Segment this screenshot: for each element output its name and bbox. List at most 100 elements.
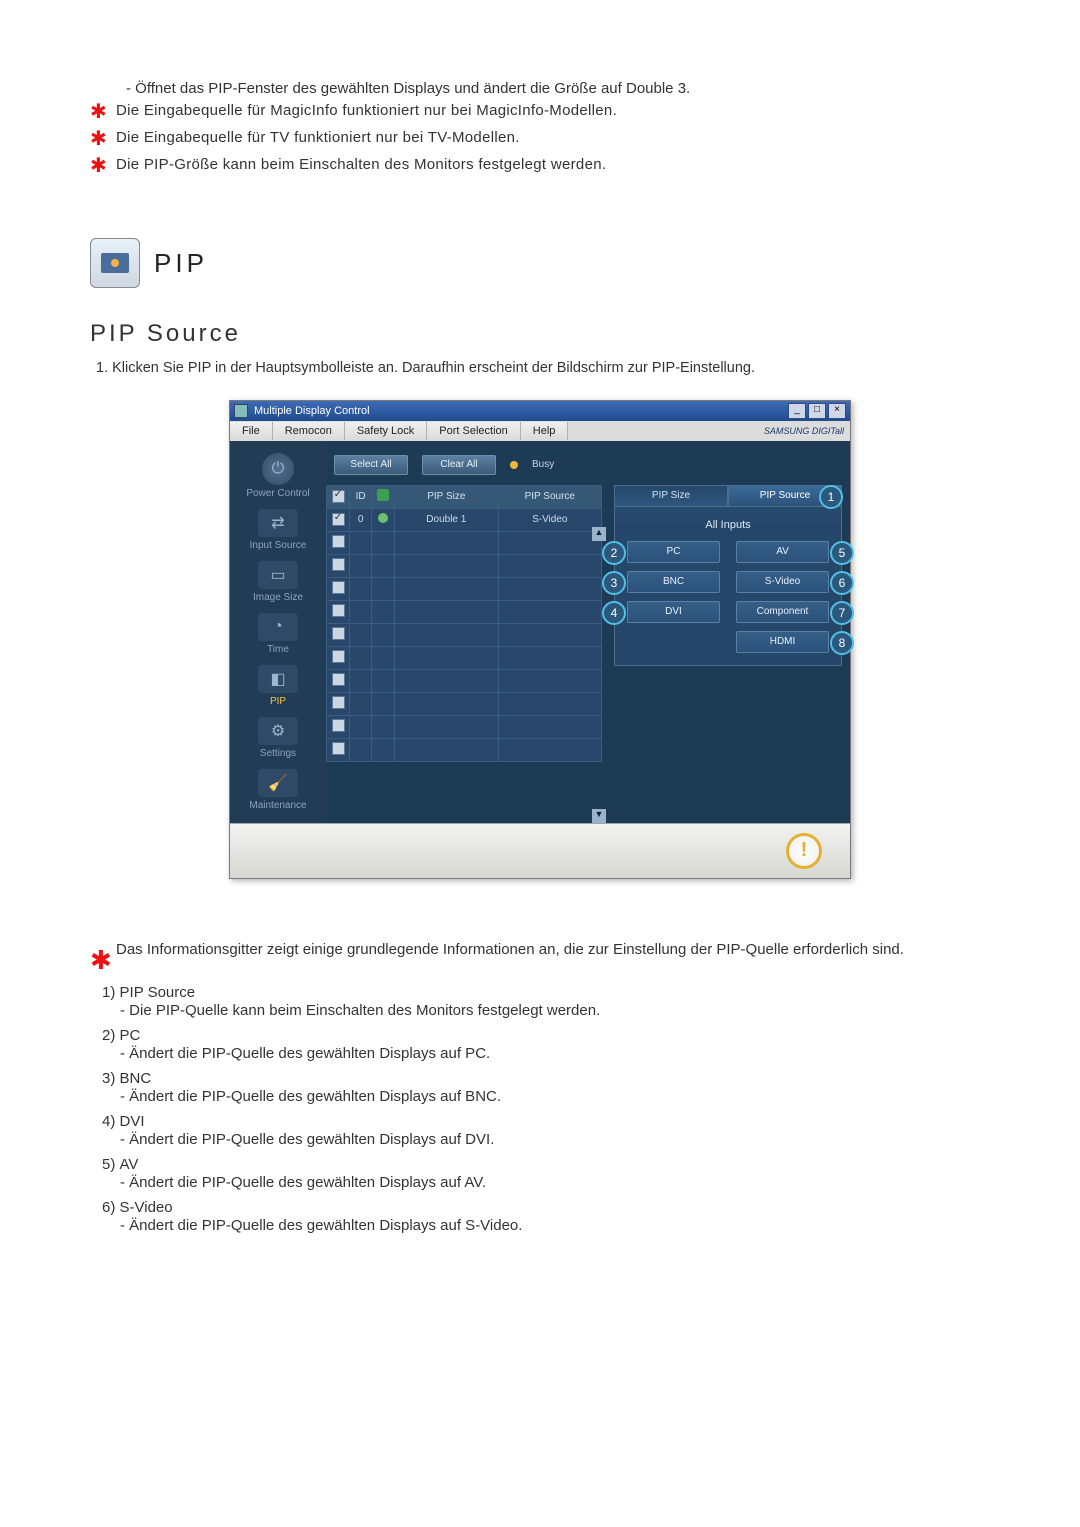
- busy-indicator-icon: [510, 461, 518, 469]
- legend-title: S-Video: [120, 1199, 173, 1216]
- section-title: PIP: [154, 248, 208, 279]
- source-dvi-button[interactable]: 4 DVI: [627, 601, 720, 623]
- intro-note-2-text: Die Eingabequelle für TV funktioniert nu…: [116, 127, 520, 150]
- legend-n: 1): [102, 984, 115, 1001]
- col-pip-source: PIP Source: [498, 485, 601, 508]
- scroll-up-button[interactable]: ▲: [592, 527, 606, 541]
- scroll-down-button[interactable]: ▼: [592, 809, 606, 823]
- row-checkbox[interactable]: [332, 581, 345, 594]
- row-checkbox[interactable]: [332, 696, 345, 709]
- row-checkbox[interactable]: [332, 627, 345, 640]
- source-hdmi-button[interactable]: HDMI 8: [736, 631, 829, 653]
- btn-label: DVI: [665, 606, 682, 617]
- legend-desc: - Die PIP-Quelle kann beim Einschalten d…: [120, 1002, 990, 1019]
- tab-pip-source[interactable]: PIP Source 1: [728, 485, 842, 507]
- legend-desc: - Ändert die PIP-Quelle des gewählten Di…: [120, 1174, 990, 1191]
- status-led-icon: [378, 513, 388, 523]
- intro-note-3: ✱ Die PIP-Größe kann beim Einschalten de…: [90, 154, 990, 178]
- table-row[interactable]: [327, 646, 602, 669]
- row-id: 0: [350, 508, 372, 531]
- table-row[interactable]: 0 Double 1 S-Video: [327, 508, 602, 531]
- callout-4: 4: [602, 601, 626, 625]
- tab-pip-size[interactable]: PIP Size: [614, 485, 728, 507]
- legend-title: BNC: [120, 1070, 152, 1087]
- menu-safety-lock[interactable]: Safety Lock: [345, 422, 427, 440]
- source-bnc-button[interactable]: 3 BNC: [627, 571, 720, 593]
- power-icon: ⏻: [262, 453, 294, 485]
- sidebar-label: Input Source: [238, 540, 318, 551]
- sidebar-item-maintenance[interactable]: 🧹 Maintenance: [238, 769, 318, 811]
- row-checkbox[interactable]: [332, 558, 345, 571]
- col-id: ID: [350, 485, 372, 508]
- select-all-button[interactable]: Select All: [334, 455, 408, 475]
- minimize-button[interactable]: _: [788, 403, 806, 419]
- row-checkbox[interactable]: [332, 604, 345, 617]
- settings-icon: ⚙: [258, 717, 298, 745]
- callout-1: 1: [819, 485, 843, 509]
- brand-label: SAMSUNG DIGITall: [764, 426, 844, 436]
- clear-all-button[interactable]: Clear All: [422, 455, 496, 475]
- row-checkbox[interactable]: [332, 650, 345, 663]
- row-checkbox[interactable]: [332, 719, 345, 732]
- legend-title: AV: [120, 1156, 139, 1173]
- star-icon: ✱: [90, 154, 110, 178]
- btn-label: BNC: [663, 576, 684, 587]
- legend-title: PC: [120, 1027, 141, 1044]
- intro-note-3-text: Die PIP-Größe kann beim Einschalten des …: [116, 154, 606, 177]
- image-size-icon: ▭: [258, 561, 298, 589]
- maintenance-icon: 🧹: [258, 769, 298, 797]
- sidebar-item-power[interactable]: ⏻ Power Control: [238, 453, 318, 499]
- table-row[interactable]: [327, 715, 602, 738]
- table-row[interactable]: [327, 738, 602, 761]
- sidebar-item-time[interactable]: ◔ Time: [238, 613, 318, 655]
- maximize-button[interactable]: □: [808, 403, 826, 419]
- col-checkbox[interactable]: [327, 485, 350, 508]
- menu-port-selection[interactable]: Port Selection: [427, 422, 520, 440]
- star-icon: ✱: [90, 100, 110, 124]
- menubar: File Remocon Safety Lock Port Selection …: [230, 421, 850, 441]
- source-pc-button[interactable]: 2 PC: [627, 541, 720, 563]
- sidebar-item-image-size[interactable]: ▭ Image Size: [238, 561, 318, 603]
- table-row[interactable]: [327, 577, 602, 600]
- table-row[interactable]: [327, 600, 602, 623]
- tab-label: PIP Source: [760, 490, 810, 501]
- legend-title: DVI: [120, 1113, 145, 1130]
- table-row[interactable]: [327, 531, 602, 554]
- busy-label: Busy: [532, 459, 554, 470]
- table-row[interactable]: [327, 692, 602, 715]
- menu-help[interactable]: Help: [521, 422, 569, 440]
- legend-desc: - Ändert die PIP-Quelle des gewählten Di…: [120, 1131, 990, 1148]
- app-window: Multiple Display Control _ □ × File Remo…: [229, 400, 851, 879]
- close-button[interactable]: ×: [828, 403, 846, 419]
- btn-label: S-Video: [765, 576, 800, 587]
- legend-n: 6): [102, 1199, 115, 1216]
- table-row[interactable]: [327, 669, 602, 692]
- row-checkbox[interactable]: [332, 742, 345, 755]
- legend-desc: - Ändert die PIP-Quelle des gewählten Di…: [120, 1088, 990, 1105]
- legend-n: 4): [102, 1113, 115, 1130]
- source-av-button[interactable]: AV 5: [736, 541, 829, 563]
- sidebar-item-input[interactable]: ⇄ Input Source: [238, 509, 318, 551]
- legend-n: 5): [102, 1156, 115, 1173]
- source-svideo-button[interactable]: S-Video 6: [736, 571, 829, 593]
- row-size: Double 1: [395, 508, 498, 531]
- row-checkbox[interactable]: [332, 673, 345, 686]
- row-checkbox[interactable]: [332, 513, 345, 526]
- col-status: [372, 485, 395, 508]
- row-checkbox[interactable]: [332, 535, 345, 548]
- table-row[interactable]: [327, 623, 602, 646]
- legend-desc: - Ändert die PIP-Quelle des gewählten Di…: [120, 1217, 990, 1234]
- legend-n: 2): [102, 1027, 115, 1044]
- time-icon: ◔: [258, 613, 298, 641]
- star-icon: ✱: [90, 945, 110, 976]
- callout-7: 7: [830, 601, 854, 625]
- menu-remocon[interactable]: Remocon: [273, 422, 345, 440]
- titlebar: Multiple Display Control _ □ ×: [230, 401, 850, 421]
- callout-2: 2: [602, 541, 626, 565]
- source-component-button[interactable]: Component 7: [736, 601, 829, 623]
- sidebar-item-pip[interactable]: ◧ PIP: [238, 665, 318, 707]
- sidebar-item-settings[interactable]: ⚙ Settings: [238, 717, 318, 759]
- menu-file[interactable]: File: [230, 422, 273, 440]
- table-row[interactable]: [327, 554, 602, 577]
- warning-icon: !: [786, 833, 822, 869]
